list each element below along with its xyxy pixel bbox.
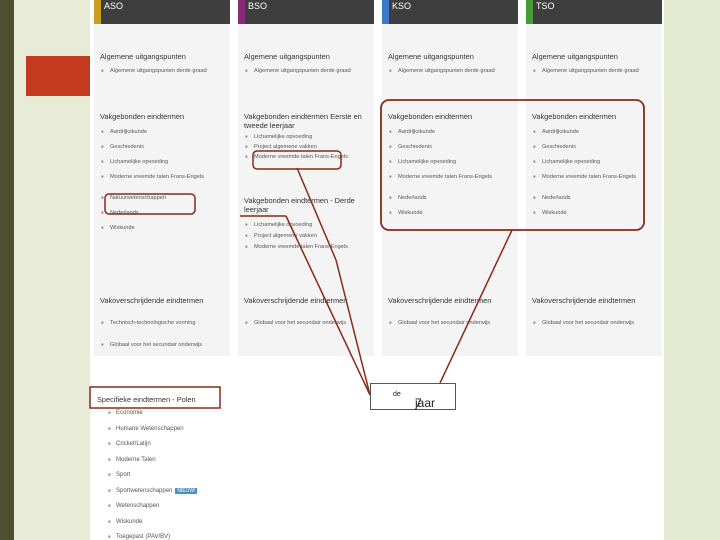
connector-1: [296, 167, 337, 261]
annotation-lines: [89, 99, 645, 409]
connector-4: [439, 229, 513, 384]
highlight-kso-tso: [380, 99, 645, 231]
highlight-natuurwetenschappen: [104, 193, 196, 215]
highlight-specifieke: [89, 386, 221, 409]
connector-2: [335, 259, 371, 396]
highlight-project: [252, 150, 342, 170]
annotation-label: 7 de jaar: [370, 383, 456, 410]
